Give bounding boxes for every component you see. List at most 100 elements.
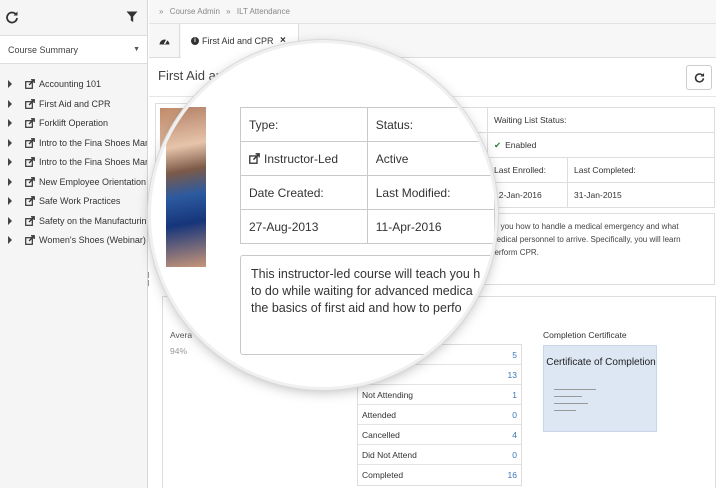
last-completed-label-cell: Last Completed: (567, 157, 715, 183)
external-link-icon (249, 152, 260, 164)
stat-row[interactable]: Not Attending 1 (358, 385, 521, 405)
sidebar-toolbar (0, 0, 147, 36)
stat-row[interactable]: Attended 0 (358, 405, 521, 425)
description-line: ch you how to handle a medical emergency… (490, 222, 679, 231)
description-line: medical personnel to arrive. Specificall… (490, 235, 681, 244)
waiting-list-label-cell: Waiting List Status: (487, 107, 715, 133)
refresh-button[interactable] (686, 65, 712, 90)
tab-label: First Aid and CPR (202, 36, 274, 46)
stat-row[interactable]: Cancelled 4 (358, 425, 521, 445)
certificate-title: Certificate of Completion (546, 357, 656, 368)
certificate-preview[interactable]: Certificate of Completion (543, 345, 657, 432)
tab-bar: i First Aid and CPR × (149, 24, 716, 59)
external-link-icon (25, 98, 35, 109)
type-label-cell: Type: (240, 107, 368, 142)
last-enrolled-label-cell: Last Enrolled: (487, 157, 568, 183)
tree-item-label: Women's Shoes (Webinar) (39, 235, 146, 245)
check-icon: ✔ (494, 139, 502, 150)
stat-row[interactable]: Did Not Attend 0 (358, 445, 521, 465)
average-label: Avera (170, 330, 193, 340)
refresh-icon (694, 72, 705, 83)
stat-value[interactable]: 0 (512, 410, 517, 420)
stat-value[interactable]: 13 (508, 370, 517, 380)
date-created-label-cell: Date Created: (240, 175, 368, 210)
close-icon[interactable]: × (280, 35, 286, 46)
date-created-value-cell: 27-Aug-2013 (240, 209, 368, 244)
expand-arrow-icon[interactable] (8, 80, 12, 88)
certificate-line (554, 389, 596, 390)
description-line: perform CPR. (490, 248, 539, 257)
expand-arrow-icon[interactable] (8, 216, 12, 225)
info-icon: i (191, 37, 199, 45)
stat-label: Did Not Attend (362, 450, 417, 460)
tree-item-label: Intro to the Fina Shoes Mar (39, 137, 147, 148)
external-link-icon (25, 196, 35, 206)
status-value-cell: Active (366, 141, 495, 176)
tree-item-label: First Aid and CPR (39, 98, 111, 109)
magnifier-lens: Type: Status: Instructor-Led Active Date… (151, 43, 495, 387)
expand-arrow-icon[interactable] (8, 236, 12, 244)
certificate-label: Completion Certificate (543, 330, 627, 340)
stat-value[interactable]: 1 (512, 390, 517, 400)
expand-arrow-icon[interactable] (8, 197, 12, 205)
stat-value[interactable]: 5 (512, 350, 517, 360)
tab-dashboard[interactable] (149, 24, 180, 58)
tree-item[interactable]: Forklift Operation (0, 114, 147, 134)
tree-item[interactable]: Women's Shoes (Webinar) (0, 231, 147, 251)
last-completed-value-cell: 31-Jan-2015 (567, 182, 715, 208)
external-link-icon (25, 118, 35, 128)
waiting-list-value: Enabled (505, 139, 537, 150)
magnified-description: This instructor-led course will teach yo… (240, 255, 495, 355)
stat-value[interactable]: 0 (512, 450, 517, 460)
stat-label: Cancelled (362, 430, 400, 440)
tree-item[interactable]: Safety on the Manufacturin (0, 212, 147, 232)
dashboard-icon (159, 39, 170, 45)
certificate-line (554, 396, 582, 397)
breadcrumb: » Course Admin » ILT Attendance (149, 0, 716, 24)
status-label-cell: Status: (366, 107, 495, 142)
breadcrumb-item-course-admin[interactable]: Course Admin (170, 7, 220, 16)
external-link-icon (25, 235, 35, 245)
breadcrumb-separator: » (159, 7, 164, 16)
external-link-icon (25, 215, 35, 226)
chevron-down-icon: ▼ (133, 46, 140, 53)
average-value: 94% (170, 346, 188, 356)
tree-item[interactable]: Safe Work Practices (0, 192, 147, 212)
app-root: Course Summary ▼ Accounting 101 First Ai… (0, 0, 716, 488)
expand-arrow-icon[interactable] (8, 119, 12, 127)
stat-row[interactable]: Completed 16 (358, 465, 521, 485)
tree-item[interactable]: Intro to the Fina Shoes Mar (0, 153, 147, 173)
breadcrumb-item-ilt-attendance[interactable]: ILT Attendance (237, 7, 290, 16)
external-link-icon (25, 176, 35, 187)
type-value-cell: Instructor-Led (240, 141, 368, 176)
course-summary-select-value: Course Summary (8, 45, 79, 55)
stat-value[interactable]: 16 (508, 470, 517, 480)
description-line: to do while waiting for advanced medica (251, 284, 473, 298)
refresh-icon[interactable] (5, 10, 19, 24)
waiting-list-value-cell: ✔ Enabled (487, 132, 715, 158)
course-summary-select[interactable]: Course Summary ▼ (0, 36, 147, 64)
last-enrolled-value-cell: 12-Jan-2016 (487, 182, 568, 208)
expand-arrow-icon[interactable] (8, 99, 12, 108)
tree-item-label: Safety on the Manufacturin (39, 215, 147, 226)
filter-icon[interactable] (126, 11, 138, 23)
expand-arrow-icon[interactable] (8, 138, 12, 147)
expand-arrow-icon[interactable] (8, 177, 12, 186)
certificate-line (554, 410, 576, 411)
certificate-line (554, 403, 588, 404)
tree-item[interactable]: First Aid and CPR (0, 95, 147, 115)
stat-label: Not Attending (362, 390, 414, 400)
tree-item-label: Forklift Operation (39, 118, 109, 128)
last-modified-label-cell: Last Modified: (366, 175, 495, 210)
magnified-info-table: Type: Status: Instructor-Led Active Date… (240, 107, 495, 244)
tree-item-label: Safe Work Practices (39, 196, 121, 206)
expand-arrow-icon[interactable] (8, 158, 12, 166)
type-value: Instructor-Led (264, 151, 339, 166)
tree-item[interactable]: Accounting 101 (0, 75, 147, 95)
stat-value[interactable]: 4 (512, 430, 517, 440)
tree-item[interactable]: New Employee Orientation (0, 173, 147, 193)
last-modified-value-cell: 11-Apr-2016 (366, 209, 495, 244)
external-link-icon (25, 157, 35, 167)
tree-item-label: Intro to the Fina Shoes Mar (39, 157, 147, 167)
tree-item[interactable]: Intro to the Fina Shoes Mar (0, 134, 147, 154)
